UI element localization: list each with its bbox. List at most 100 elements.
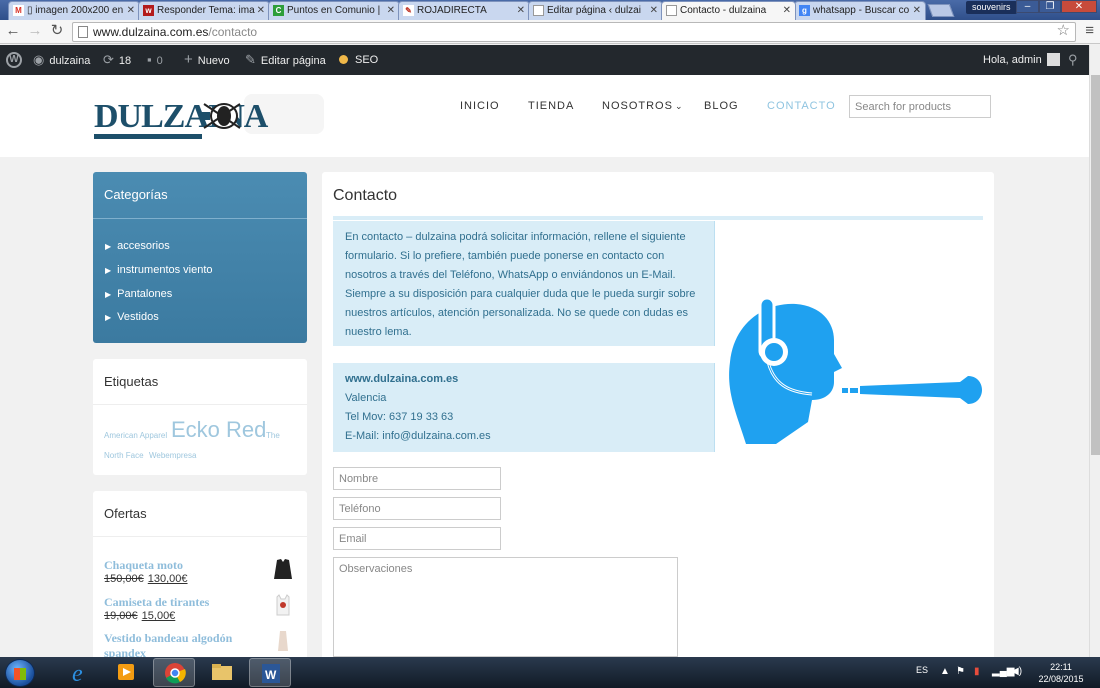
avatar — [1046, 53, 1060, 66]
address-bar[interactable]: www.dulzaina.com.es/contacto — [72, 22, 1076, 42]
browser-tab[interactable]: ✎ ROJADIRECTA ✕ — [398, 1, 530, 20]
minimize-button[interactable]: ‒ — [1016, 0, 1039, 13]
tank-top-thumbnail[interactable] — [271, 593, 295, 617]
categories-title: Categorías — [104, 187, 168, 202]
power-icon[interactable]: ▮ — [974, 666, 980, 677]
clock-date: 22/08/2015 — [1038, 674, 1084, 684]
site-name: dulzaina — [49, 55, 91, 67]
back-arrow-icon[interactable]: ← — [5, 23, 21, 39]
contact-site[interactable]: www.dulzaina.com.es — [345, 370, 702, 389]
start-button[interactable] — [5, 659, 35, 687]
divider — [93, 404, 307, 405]
maximize-button[interactable]: ❐ — [1039, 0, 1061, 13]
site-header: DULZAINA INICIO TIENDA NOSOTROS ⌄ BLOG CO… — [0, 75, 1089, 157]
site-name-link[interactable]: ◉ dulzaina — [33, 45, 90, 75]
system-clock[interactable]: 22:11 22/08/2015 — [1036, 661, 1086, 685]
chrome-menu-icon[interactable]: ≡ — [1085, 23, 1094, 39]
wordpress-logo-icon[interactable]: W — [6, 52, 22, 68]
close-window-button[interactable]: ✕ — [1061, 0, 1097, 13]
close-tab-icon[interactable]: ✕ — [650, 2, 658, 19]
comments-link[interactable]: ▪ 0 — [147, 45, 163, 75]
chevron-right-icon: ▶ — [105, 266, 112, 275]
nav-nosotros[interactable]: NOSOTROS ⌄ — [602, 99, 684, 113]
tag-link[interactable]: American Apparel — [104, 431, 167, 440]
close-tab-icon[interactable]: ✕ — [517, 2, 525, 19]
chevron-down-icon: ⌄ — [674, 101, 684, 111]
close-tab-icon[interactable]: ✕ — [257, 2, 265, 19]
tag-link[interactable]: Webempresa — [149, 451, 196, 460]
product-search-input[interactable] — [849, 95, 991, 118]
tags-title: Etiquetas — [104, 374, 159, 389]
comunio-icon: C — [273, 5, 284, 16]
my-account-link[interactable]: Hola, admin — [983, 45, 1060, 75]
offer-link[interactable]: Vestido bandeau algodón — [104, 631, 232, 646]
new-price: 130,00€ — [147, 573, 188, 585]
plus-icon: + — [184, 51, 193, 68]
new-content-link[interactable]: + Nuevo — [184, 45, 230, 75]
close-tab-icon[interactable]: ✕ — [127, 2, 135, 19]
close-tab-icon[interactable]: ✕ — [913, 2, 921, 19]
search-icon[interactable]: ⚲ — [1068, 45, 1078, 75]
browser-tab[interactable]: M ▯ imagen 200x200 en ✕ — [8, 1, 140, 20]
reload-icon[interactable]: ↻ — [49, 23, 65, 39]
observations-field[interactable] — [333, 557, 678, 657]
jacket-thumbnail[interactable] — [271, 557, 295, 581]
site-logo[interactable]: DULZAINA — [94, 90, 324, 142]
wp-admin-bar: W ◉ dulzaina ⟳ 18 ▪ 0 + Nuevo ✎ Editar página… — [0, 45, 1089, 75]
browser-toolbar: ← → ↻ www.dulzaina.com.es/contacto ☆ ≡ — [0, 20, 1100, 44]
dress-thumbnail[interactable] — [271, 629, 295, 653]
action-center-flag-icon[interactable]: ⚑ — [956, 666, 965, 677]
browser-tab[interactable]: w Responder Tema: ima ✕ — [138, 1, 270, 20]
tray-expand-icon[interactable]: ▲ — [940, 666, 950, 677]
chrome-icon[interactable] — [153, 658, 195, 687]
offer-link[interactable]: Camiseta de tirantes — [104, 595, 209, 610]
browser-tab[interactable]: g whatsapp - Buscar co ✕ — [794, 1, 926, 20]
name-field[interactable] — [333, 467, 501, 490]
phone-field[interactable] — [333, 497, 501, 520]
updates-link[interactable]: ⟳ 18 — [103, 45, 131, 75]
tab-label: Puntos en Comunio | — [287, 5, 381, 16]
tab-label: Editar página ‹ dulzai — [547, 5, 641, 16]
headset-dulzaina-illustration — [729, 296, 982, 444]
forward-arrow-icon[interactable]: → — [27, 23, 43, 39]
tag-link[interactable]: The — [266, 431, 280, 440]
updates-count: 18 — [118, 55, 132, 67]
seo-link[interactable]: SEO — [339, 45, 378, 75]
contact-info-box: www.dulzaina.com.es Valencia Tel Mov: 63… — [333, 363, 715, 452]
tag-link[interactable]: Ecko Red — [171, 417, 266, 443]
internet-explorer-icon[interactable]: e — [60, 658, 102, 687]
browser-tab[interactable]: C Puntos en Comunio | ✕ — [268, 1, 400, 20]
divider — [93, 536, 307, 537]
chevron-right-icon: ▶ — [105, 313, 112, 322]
offer-link[interactable]: Chaqueta moto — [104, 558, 183, 573]
page-scrollbar[interactable] — [1089, 45, 1100, 657]
close-tab-icon[interactable]: ✕ — [783, 2, 791, 19]
close-tab-icon[interactable]: ✕ — [387, 2, 395, 19]
nav-contacto[interactable]: CONTACTO — [767, 99, 836, 113]
category-link[interactable]: ▶ Pantalones — [105, 288, 172, 300]
category-link[interactable]: ▶ accesorios — [105, 240, 170, 252]
nav-blog[interactable]: BLOG — [704, 99, 739, 113]
tag-link[interactable]: North Face — [104, 451, 144, 460]
google-icon: g — [799, 5, 810, 16]
browser-tab[interactable]: Editar página ‹ dulzai ✕ — [528, 1, 663, 20]
media-player-icon[interactable] — [105, 658, 147, 687]
bookmark-star-icon[interactable]: ☆ — [1057, 22, 1070, 40]
nav-tienda[interactable]: TIENDA — [528, 99, 574, 113]
language-indicator[interactable]: ES — [916, 665, 928, 675]
contact-email: E-Mail: info@dulzaina.com.es — [345, 430, 491, 442]
category-link[interactable]: ▶ Vestidos — [105, 311, 159, 323]
email-field[interactable] — [333, 527, 501, 550]
offers-title: Ofertas — [104, 506, 147, 521]
offer-price: 150,00€ 130,00€ — [104, 573, 188, 585]
browser-tab-active[interactable]: Contacto - dulzaina ✕ — [661, 1, 796, 20]
category-link[interactable]: ▶ instrumentos viento — [105, 264, 213, 276]
edit-page-link[interactable]: ✎ Editar página — [245, 45, 326, 75]
new-tab-button[interactable] — [927, 4, 955, 17]
scrollbar-thumb[interactable] — [1091, 75, 1100, 455]
nav-inicio[interactable]: INICIO — [460, 99, 500, 113]
volume-icon[interactable]: ◀) — [1011, 666, 1022, 677]
word-icon[interactable]: W — [249, 658, 291, 687]
drum-logo-icon — [202, 103, 241, 129]
file-explorer-icon[interactable] — [201, 658, 243, 687]
